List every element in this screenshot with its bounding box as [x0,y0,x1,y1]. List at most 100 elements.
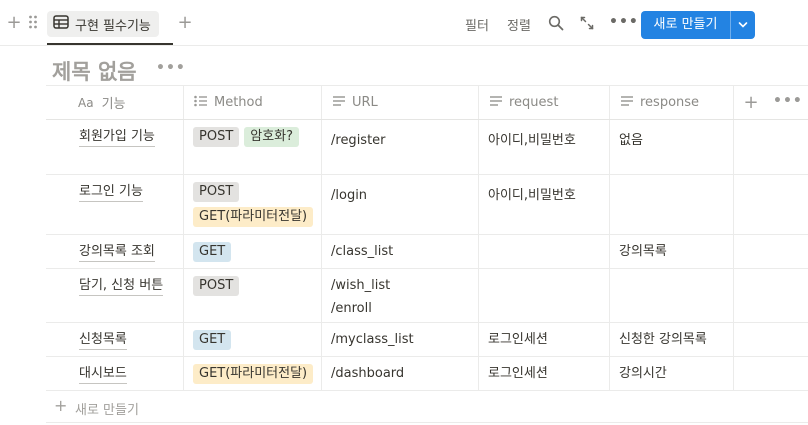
empty-cell [734,269,808,322]
more-options-icon[interactable]: ••• [609,14,638,32]
chevron-down-icon[interactable] [731,11,755,39]
name-cell[interactable]: 회원가입 기능 [46,120,184,174]
sort-button[interactable]: 정렬 [507,15,531,34]
add-view-icon[interactable]: + [176,14,194,32]
request-text: 아이디,비밀번호 [488,133,576,148]
response-cell[interactable]: 강의시간 [610,357,734,390]
method-cell[interactable]: GET [184,323,322,356]
response-cell[interactable]: 강의목록 [610,235,734,268]
table-row[interactable]: 담기, 신청 버튼 POST /wish_list/enroll [46,269,808,323]
column-header-label: URL [352,95,378,110]
column-header-label: Method [214,95,263,110]
table-row[interactable]: 회원가입 기능 POST 암호화? /register 아이디,비밀번호 없음 [46,120,808,175]
property-more-icon[interactable]: ••• [773,94,802,112]
method-tag: POST [193,276,240,296]
title-more-icon[interactable]: ••• [156,60,186,76]
row-title[interactable]: 대시보드 [79,365,127,384]
method-tag: GET(파라미터전달) [193,364,314,384]
empty-cell [734,120,808,174]
response-cell[interactable]: 없음 [610,120,734,174]
column-header-name[interactable]: Aa 기능 [46,86,184,119]
response-cell[interactable] [610,269,734,322]
database-toolbar: + 구현 필수기능 + 필터 정렬 ••• 새로 만들기 [0,0,808,46]
plus-icon: + [54,396,68,415]
name-cell[interactable]: 대시보드 [46,357,184,390]
url-cell[interactable]: /class_list [322,235,479,268]
url-text: /dashboard [331,366,405,381]
name-cell[interactable]: 로그인 기능 [46,175,184,234]
url-cell[interactable]: /login [322,175,479,234]
row-title[interactable]: 강의목록 조회 [79,243,155,262]
column-header-url[interactable]: URL [322,86,479,119]
drag-handle-icon[interactable] [28,14,42,32]
text-property-icon: Aa [78,95,94,110]
url-text: /wish_list [331,278,391,293]
row-title[interactable]: 신청목록 [79,331,127,350]
url-cell[interactable]: /register [322,120,479,174]
column-header-method[interactable]: Method [184,86,322,119]
method-cell[interactable]: POST GET(파라미터전달) [184,175,322,234]
table-row[interactable]: 강의목록 조회 GET /class_list 강의목록 [46,235,808,269]
request-cell[interactable] [479,269,610,322]
request-text: 로그인세션 [488,332,548,347]
page-title[interactable]: 제목 없음 [52,56,137,86]
text-lines-icon [620,95,634,111]
empty-cell [734,235,808,268]
table-icon [53,15,69,33]
response-cell[interactable] [610,175,734,234]
name-cell[interactable]: 담기, 신청 버튼 [46,269,184,322]
empty-cell [734,323,808,356]
response-cell[interactable]: 신청한 강의목록 [610,323,734,356]
table-row[interactable]: 대시보드 GET(파라미터전달) /dashboard 로그인세션 강의시간 [46,357,808,391]
url-text: /enroll [331,301,372,316]
request-cell[interactable]: 아이디,비밀번호 [479,120,610,174]
name-cell[interactable]: 강의목록 조회 [46,235,184,268]
column-header-request[interactable]: request [479,86,610,119]
method-tag: POST [193,182,240,202]
response-text: 신청한 강의목록 [619,332,707,347]
filter-button[interactable]: 필터 [465,15,489,34]
url-text: /myclass_list [331,332,414,347]
row-title[interactable]: 담기, 신청 버튼 [79,277,164,296]
row-title[interactable]: 로그인 기능 [79,183,143,202]
view-tab-label: 구현 필수기능 [75,18,151,34]
request-cell[interactable] [479,235,610,268]
request-cell[interactable]: 로그인세션 [479,323,610,356]
search-icon[interactable] [548,15,564,31]
add-row-button[interactable]: + 새로 만들기 [46,391,808,423]
column-header-response[interactable]: response [610,86,734,119]
method-tag: 암호화? [244,127,300,147]
url-cell[interactable]: /myclass_list [322,323,479,356]
request-text: 로그인세션 [488,366,548,381]
text-lines-icon [489,95,503,111]
response-text: 없음 [619,133,643,148]
url-cell[interactable]: /wish_list/enroll [322,269,479,322]
method-cell[interactable]: GET(파라미터전달) [184,357,322,390]
add-block-icon[interactable]: + [6,14,22,32]
name-cell[interactable]: 신청목록 [46,323,184,356]
method-cell[interactable]: POST [184,269,322,322]
url-cell[interactable]: /dashboard [322,357,479,390]
text-lines-icon [332,95,346,111]
column-header-label: 기능 [101,97,126,112]
expand-icon[interactable] [579,15,595,31]
table-row[interactable]: 로그인 기능 POST GET(파라미터전달) /login 아이디,비밀번호 [46,175,808,235]
request-cell[interactable]: 로그인세션 [479,357,610,390]
row-title[interactable]: 회원가입 기능 [79,128,155,147]
new-button[interactable]: 새로 만들기 [641,11,755,39]
table-row[interactable]: 신청목록 GET /myclass_list 로그인세션 신청한 강의목록 [46,323,808,357]
url-text: /login [331,188,368,203]
add-property-icon[interactable]: + [742,94,760,112]
column-header-label: request [509,95,559,110]
method-cell[interactable]: POST 암호화? [184,120,322,174]
method-cell[interactable]: GET [184,235,322,268]
url-text: /class_list [331,244,394,259]
multi-select-icon [194,95,208,111]
response-text: 강의시간 [619,366,667,381]
view-tab[interactable]: 구현 필수기능 [47,11,159,37]
empty-cell [734,175,808,234]
empty-cell [734,357,808,390]
request-cell[interactable]: 아이디,비밀번호 [479,175,610,234]
column-header-label: response [640,95,700,110]
new-button-label[interactable]: 새로 만들기 [641,11,731,39]
